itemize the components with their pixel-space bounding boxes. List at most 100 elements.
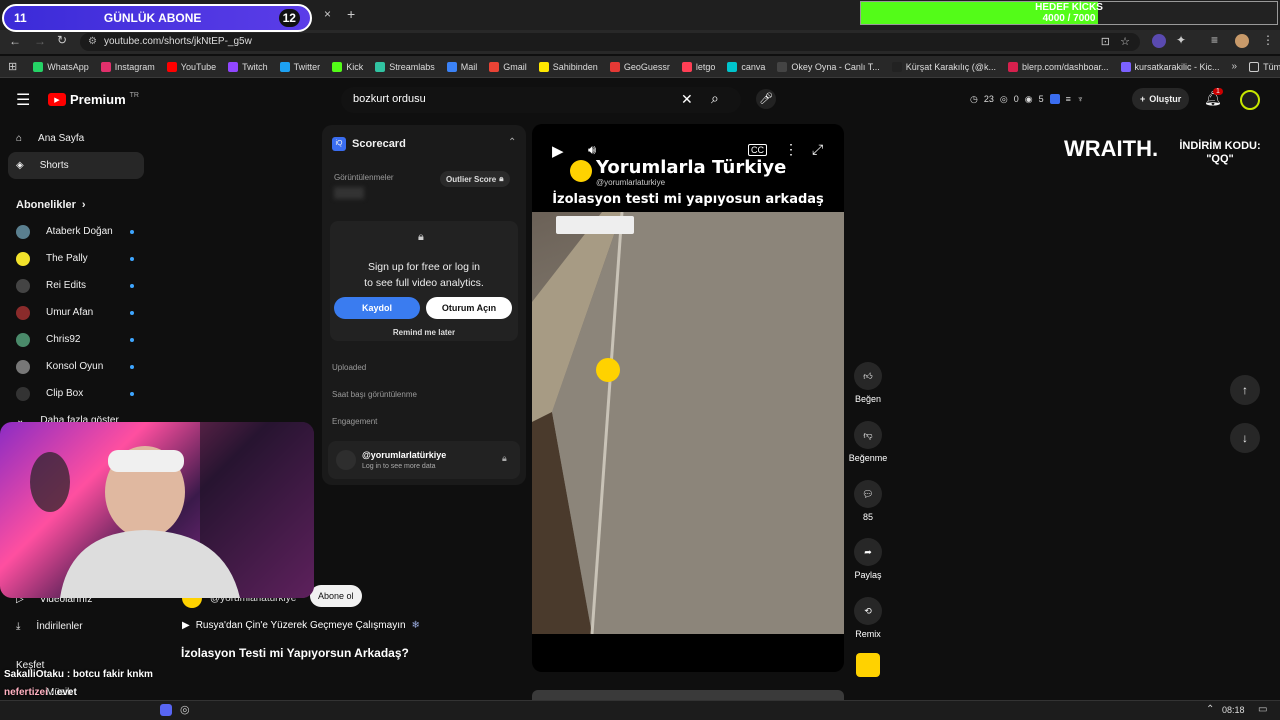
volume-icon[interactable]: 🔊︎ <box>588 142 596 158</box>
login-button[interactable]: Oturum Açın <box>426 297 512 319</box>
bookmark-label: Instagram <box>114 61 155 72</box>
bookmark-item[interactable]: Kick <box>326 61 369 72</box>
bookmark-item[interactable]: canva <box>721 61 771 72</box>
notification-icon[interactable]: ▭ <box>1258 704 1267 715</box>
sidebar-subscription[interactable]: Chris92 <box>0 326 160 353</box>
playlist-link[interactable]: ▶ Rusya'dan Çin'e Yüzerek Geçmeye Çalışm… <box>182 620 420 631</box>
all-bookmarks[interactable]: Tüm Yer İşaretleri <box>1243 61 1280 72</box>
bookmark-item[interactable]: Twitch <box>222 61 274 72</box>
sidebar-subscription[interactable]: Konsol Oyun <box>0 353 160 380</box>
more-bookmarks-icon[interactable]: » <box>1226 61 1244 72</box>
install-icon[interactable]: ⊡ <box>1101 35 1110 48</box>
sidebar-subscription[interactable]: Umur Afan <box>0 299 160 326</box>
bookmark-item[interactable]: Gmail <box>483 61 533 72</box>
play-icon[interactable]: ▶ <box>552 142 564 160</box>
scorecard-title: Scorecard <box>352 138 406 150</box>
channel-avatar <box>336 450 356 470</box>
comments-button[interactable]: 💬︎ 85 <box>848 480 888 522</box>
bookmark-item[interactable]: letgo <box>676 61 722 72</box>
trophy-icon[interactable]: ♆ <box>1077 94 1084 105</box>
fullscreen-icon[interactable]: ⤢ <box>812 141 823 158</box>
youtube-logo[interactable]: ▶ Premium TR <box>48 92 139 107</box>
site-info-icon[interactable]: ⚙ <box>88 36 97 47</box>
discount-code-label: İNDİRİM KODU: <box>1179 140 1261 152</box>
bookmark-item[interactable]: Okey Oyna - Canlı T... <box>771 61 885 72</box>
search-icon[interactable]: ⌕ <box>711 90 719 107</box>
search-input[interactable]: bozkurt ordusu ✕ ⌕ <box>341 87 741 113</box>
previous-short-button[interactable]: ↑ <box>1230 375 1260 405</box>
create-button[interactable]: + Oluştur <box>1132 88 1190 110</box>
sidebar-subscription[interactable]: The Pally <box>0 245 160 272</box>
new-content-dot <box>130 391 134 396</box>
bookmark-star-icon[interactable]: ☆ <box>1120 35 1130 48</box>
sidebar-subscription[interactable]: Ataberk Doğan <box>0 218 160 245</box>
register-button[interactable]: Kaydol <box>334 297 420 319</box>
bookmark-label: letgo <box>695 61 716 72</box>
bookmark-item[interactable]: kursatkarakilic - Kic... <box>1115 61 1226 72</box>
channel-card[interactable]: @yorumlarlatürkiye Log in to see more da… <box>328 441 520 479</box>
obs-icon[interactable]: ◎ <box>180 703 190 716</box>
outlier-score-chip[interactable]: Outlier Score 🔒︎ <box>440 171 510 187</box>
uploaded-label: Uploaded <box>332 363 367 372</box>
back-icon[interactable]: ← <box>9 34 21 48</box>
bookmark-item[interactable]: GeoGuessr <box>604 61 676 72</box>
profile-avatar[interactable] <box>1235 34 1249 48</box>
new-tab-icon[interactable]: + <box>347 6 355 22</box>
bookmark-favicon-icon <box>332 61 343 72</box>
clear-search-icon[interactable]: ✕ <box>681 91 693 108</box>
bookmark-item[interactable]: Instagram <box>95 61 161 72</box>
sidebar-item-downloads[interactable]: ⤓ İndirilenler <box>0 613 160 640</box>
sidebar-item-home[interactable]: ⌂ Ana Sayfa <box>0 125 160 152</box>
bookmark-item[interactable]: Mail <box>441 61 484 72</box>
bookmark-item[interactable]: Twitter <box>274 61 327 72</box>
captions-icon[interactable]: CC <box>748 144 767 156</box>
new-content-dot <box>130 283 134 288</box>
notification-count-badge: 1 <box>1213 88 1223 95</box>
forward-icon[interactable]: → <box>34 34 46 48</box>
extension-badge-icon[interactable] <box>1049 94 1060 104</box>
discord-icon[interactable] <box>160 704 172 716</box>
extension-icon[interactable] <box>1152 34 1166 48</box>
like-button[interactable]: 👍︎ Beğen <box>848 362 888 404</box>
bookmark-item[interactable]: blerp.com/dashboar... <box>1002 61 1115 72</box>
bookmark-favicon-icon <box>279 61 290 72</box>
hamburger-menu-icon[interactable]: ☰ <box>16 90 30 110</box>
bookmark-item[interactable]: WhatsApp <box>27 61 95 72</box>
subscribe-button[interactable]: Abone ol <box>310 585 362 607</box>
remix-button[interactable]: ⟲ Remix <box>848 597 888 639</box>
url-input[interactable]: ⚙ youtube.com/shorts/jkNtEP-_g5w ⊡ ☆ <box>80 33 1140 51</box>
bookmark-item[interactable]: Kürşat Karakılıç (@k... <box>886 61 1002 72</box>
tray-chevron-icon[interactable]: ⌃ <box>1206 704 1214 715</box>
bookmark-item[interactable]: Streamlabs <box>369 61 441 72</box>
shorts-video-player[interactable]: ▶ 🔊︎ CC ⋮ ⤢ Yorumlarla Türkiye @yorumlar… <box>532 124 844 672</box>
sidebar-subscription[interactable]: Rei Edits <box>0 272 160 299</box>
sound-channel-thumbnail[interactable] <box>856 653 880 677</box>
account-avatar[interactable] <box>1240 90 1260 110</box>
bookmark-item[interactable]: YouTube <box>161 61 222 72</box>
next-short-button[interactable]: ↓ <box>1230 423 1260 453</box>
channel-avatar <box>16 305 30 320</box>
subscriptions-header[interactable]: Abonelikler › <box>0 191 160 218</box>
arrow-up-icon: ↑ <box>1242 383 1248 397</box>
extensions-puzzle-icon[interactable]: ✦ <box>1176 33 1186 47</box>
remind-later-link[interactable]: Remind me later <box>322 328 526 337</box>
bookmark-label: GeoGuessr <box>623 61 670 72</box>
scorecard-header: iQ Scorecard <box>332 137 406 151</box>
stat-a: 23 <box>983 94 994 104</box>
menu-kebab-icon[interactable]: ⋮ <box>1262 33 1274 47</box>
collapse-chevron-icon[interactable]: ⌃ <box>508 137 516 148</box>
close-tab-icon[interactable]: × <box>324 7 331 21</box>
apps-grid-icon[interactable]: ⊞ <box>0 60 27 73</box>
dislike-button[interactable]: 👎︎ Beğenme <box>848 421 888 463</box>
stat-b: 0 <box>1013 94 1019 104</box>
reading-list-icon[interactable]: ≡ <box>1211 33 1218 47</box>
filter-icon[interactable]: ≡ <box>1066 94 1071 105</box>
more-options-icon[interactable]: ⋮ <box>784 141 798 158</box>
share-button[interactable]: ➦ Paylaş <box>848 538 888 580</box>
reload-icon[interactable]: ↻ <box>57 33 67 47</box>
microphone-icon[interactable]: 🎤︎ <box>756 89 776 109</box>
next-video-peek[interactable] <box>532 690 844 700</box>
sidebar-subscription[interactable]: Clip Box <box>0 380 160 407</box>
sidebar-item-shorts[interactable]: ◈ Shorts <box>8 152 144 179</box>
bookmark-item[interactable]: Sahibinden <box>533 61 604 72</box>
